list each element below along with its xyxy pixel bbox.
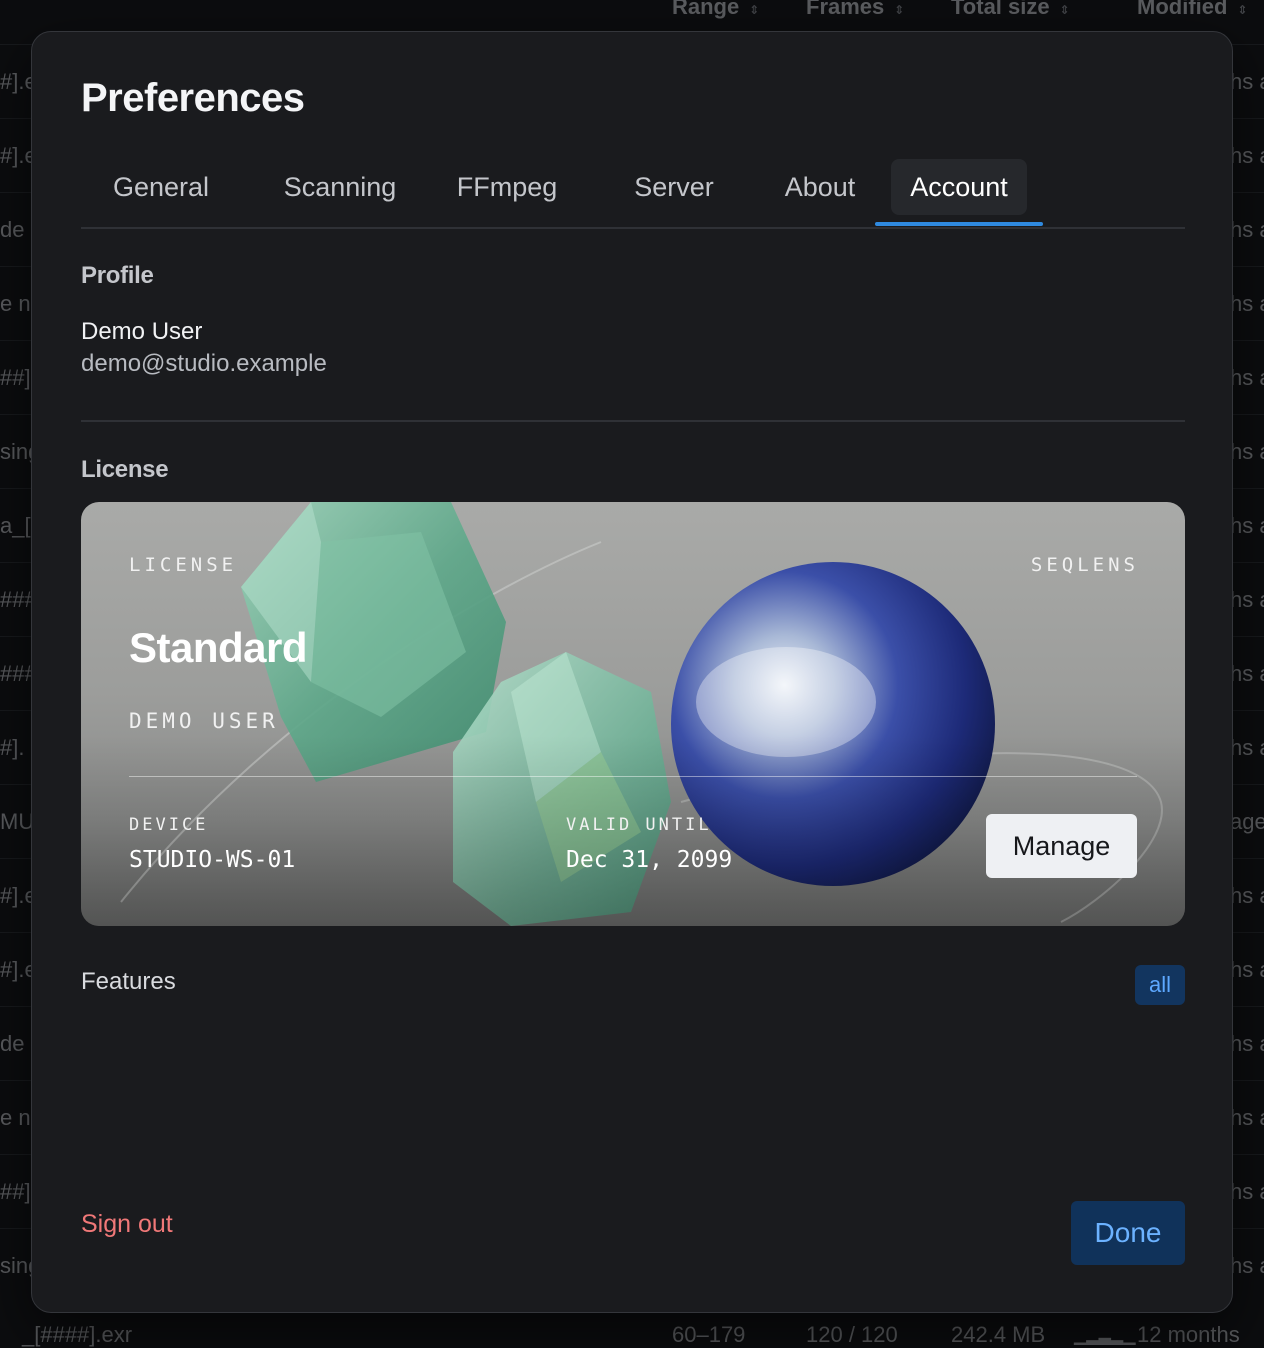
frame-count: 120 / 120 bbox=[806, 1322, 898, 1347]
tab-scanning[interactable]: Scanning bbox=[255, 159, 425, 215]
modified-date: hs a bbox=[1230, 143, 1264, 168]
profile-heading: Profile bbox=[81, 262, 154, 289]
modified-date: hs a bbox=[1230, 957, 1264, 982]
total-size: 242.4 MB bbox=[951, 1322, 1046, 1347]
features-all-badge: all bbox=[1135, 965, 1185, 1005]
file-name: #]. bbox=[0, 735, 25, 760]
tab-ffmpeg[interactable]: FFmpeg bbox=[437, 159, 577, 215]
license-tier: Standard bbox=[129, 624, 308, 671]
modified-date: hs a bbox=[1230, 1031, 1264, 1056]
sort-icon: ⇕ bbox=[749, 3, 760, 17]
file-name: de bbox=[0, 217, 25, 242]
file-name: e n bbox=[0, 291, 31, 316]
dialog-title: Preferences bbox=[81, 76, 305, 120]
section-divider bbox=[81, 420, 1185, 422]
tab-server[interactable]: Server bbox=[601, 159, 747, 215]
modified-date: hs a bbox=[1230, 735, 1264, 760]
device-id: STUDIO-WS-01 bbox=[129, 847, 296, 873]
modified-date: hs a bbox=[1230, 439, 1264, 464]
sign-out-link[interactable]: Sign out bbox=[81, 1210, 173, 1239]
device-label: DEVICE bbox=[129, 815, 209, 835]
file-name: de bbox=[0, 1031, 25, 1056]
features-label: Features bbox=[81, 968, 176, 995]
tab-general[interactable]: General bbox=[81, 159, 241, 215]
modified-date: hs a bbox=[1230, 1105, 1264, 1130]
preferences-dialog: Preferences General Scanning FFmpeg Serv… bbox=[31, 31, 1233, 1313]
modified-date: hs a bbox=[1230, 883, 1264, 908]
tab-account[interactable]: Account bbox=[891, 159, 1027, 215]
license-heading: License bbox=[81, 456, 169, 483]
column-header-modified[interactable]: Modified ⇕ bbox=[1137, 0, 1248, 20]
tab-bar: General Scanning FFmpeg Server About Acc… bbox=[81, 159, 1185, 229]
sort-icon: ⇕ bbox=[1059, 3, 1070, 17]
card-divider bbox=[129, 776, 1137, 777]
license-holder: DEMO USER bbox=[129, 709, 279, 733]
manage-license-button[interactable]: Manage bbox=[986, 814, 1137, 878]
modified-date: hs a bbox=[1230, 513, 1264, 538]
modified-date: hs a bbox=[1230, 365, 1264, 390]
file-name: MU bbox=[0, 809, 35, 834]
modified-date: hs a bbox=[1230, 291, 1264, 316]
tab-about[interactable]: About bbox=[757, 159, 883, 215]
valid-until-date: Dec 31, 2099 bbox=[566, 847, 733, 873]
modified-date: 12 months bbox=[1137, 1322, 1240, 1347]
column-header-frames[interactable]: Frames ⇕ bbox=[806, 0, 904, 20]
active-tab-indicator bbox=[875, 222, 1043, 226]
file-name: e n bbox=[0, 1105, 31, 1130]
table-header: Range ⇕ Frames ⇕ Total size ⇕ Modified ⇕ bbox=[0, 0, 1264, 30]
license-kicker: LICENSE bbox=[129, 554, 238, 576]
modified-date: hs a bbox=[1230, 69, 1264, 94]
brand-name: SEQLENS bbox=[1030, 554, 1139, 576]
file-name: _[####].exr bbox=[22, 1322, 133, 1347]
modified-date: hs a bbox=[1230, 661, 1264, 686]
profile-email: demo@studio.example bbox=[81, 350, 327, 377]
frame-range: 60–179 bbox=[672, 1322, 746, 1347]
done-button[interactable]: Done bbox=[1071, 1201, 1185, 1265]
modified-date: age bbox=[1230, 809, 1264, 834]
modified-date: hs a bbox=[1230, 587, 1264, 612]
license-card: LICENSE SEQLENS Standard DEMO USER DEVIC… bbox=[81, 502, 1185, 926]
modified-date: hs a bbox=[1230, 217, 1264, 242]
valid-until-label: VALID UNTIL bbox=[566, 815, 712, 835]
file-name: a_[ bbox=[0, 513, 31, 538]
modified-date: hs a bbox=[1230, 1253, 1264, 1278]
sort-icon: ⇕ bbox=[1237, 3, 1248, 17]
modified-date: hs a bbox=[1230, 1179, 1264, 1204]
histogram-icon: ▁▂▃▂▁ bbox=[1074, 1328, 1136, 1345]
column-header-range[interactable]: Range ⇕ bbox=[672, 0, 759, 20]
profile-name: Demo User bbox=[81, 318, 203, 345]
sort-icon: ⇕ bbox=[894, 3, 905, 17]
column-header-total-size[interactable]: Total size ⇕ bbox=[951, 0, 1070, 20]
